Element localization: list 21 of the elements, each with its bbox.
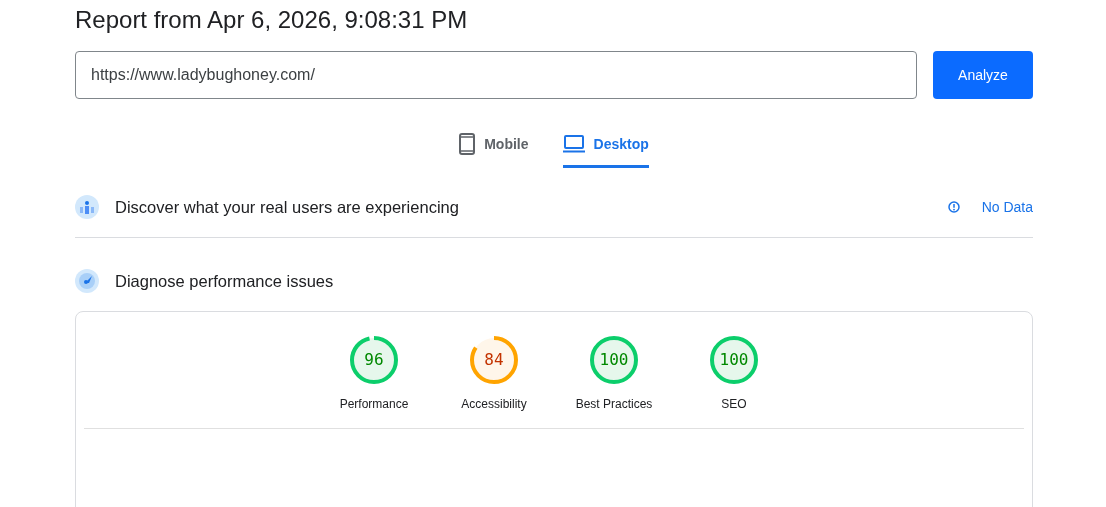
category-label: Performance xyxy=(339,397,409,411)
score-value: 96 xyxy=(364,350,384,369)
users-icon xyxy=(75,195,99,219)
section-title: Discover what your real users are experiencing xyxy=(115,197,459,217)
gauge-icon xyxy=(75,269,99,293)
laptop-icon xyxy=(562,135,585,153)
score-value: 100 xyxy=(719,350,749,369)
analyze-button[interactable]: Analyze xyxy=(933,51,1033,99)
score-value: 84 xyxy=(484,350,504,369)
url-field[interactable]: https://www.ladybughoney.com/ xyxy=(75,51,917,99)
category-label: Accessibility xyxy=(461,397,527,411)
report-title: Report from Apr 6, 2026, 9:08:31 PM xyxy=(75,5,469,35)
device-tab[interactable]: Mobile xyxy=(459,129,529,168)
device-tab[interactable]: Desktop xyxy=(562,129,649,168)
section-title: Diagnose performance issues xyxy=(115,271,334,291)
info-icon xyxy=(947,201,960,213)
no-data-link[interactable]: No Data xyxy=(981,199,1033,215)
category-label: SEO xyxy=(721,397,747,411)
score-value: 100 xyxy=(599,350,629,369)
category-label: Best Practices xyxy=(575,397,653,411)
phone-icon xyxy=(459,133,476,155)
